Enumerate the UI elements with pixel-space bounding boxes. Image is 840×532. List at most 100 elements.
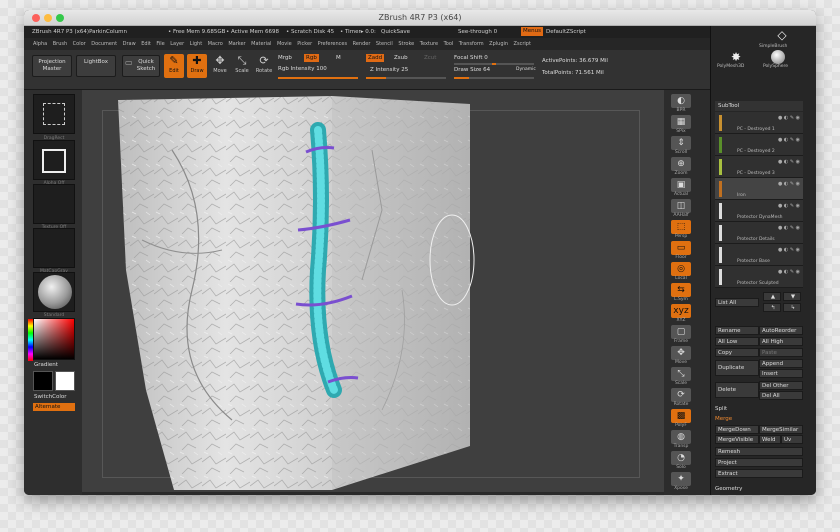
subtool-row[interactable]: ● ◐ ✎ ◉ Protector Sculpted — [715, 266, 803, 288]
subtool-row[interactable]: ● ◐ ✎ ◉ Protector Base — [715, 244, 803, 266]
default-zscript-button[interactable]: DefaultZScript — [546, 26, 586, 38]
shelf-bpr-button[interactable]: ◐ BPR — [671, 94, 691, 116]
zoom-button[interactable] — [56, 14, 64, 22]
quicksave-button[interactable]: QuickSave — [381, 26, 410, 38]
move-down-button[interactable]: ↳ — [783, 303, 801, 312]
edit-button[interactable]: ✎ Edit — [164, 54, 184, 78]
subtool-visibility-icon[interactable]: ● ◐ ✎ ◉ — [778, 225, 800, 231]
menu-movie[interactable]: Movie — [277, 41, 292, 47]
shelf-xyz-button[interactable]: xyz XYZ — [671, 304, 691, 326]
brush-selector[interactable] — [33, 272, 75, 312]
list-all-button[interactable]: List All — [715, 298, 759, 307]
shelf-aahalf-button[interactable]: ◫ AAHalf — [671, 199, 691, 221]
delete-button[interactable]: Delete — [715, 382, 759, 398]
shelf-polyf-button[interactable]: ▩ PolyF — [671, 409, 691, 431]
zcut-toggle[interactable]: Zcut — [422, 54, 438, 62]
insert-button[interactable]: Insert — [759, 369, 803, 378]
menu-edit[interactable]: Edit — [141, 41, 151, 47]
remesh-section[interactable]: Remesh — [715, 447, 803, 456]
menus-button[interactable]: Menus — [521, 27, 543, 36]
menu-texture[interactable]: Texture — [420, 41, 438, 47]
quick-sketch-button[interactable]: ▭ Quick Sketch — [122, 55, 160, 77]
zadd-toggle[interactable]: Zadd — [366, 54, 385, 62]
shelf-transp-button[interactable]: ◍ Transp — [671, 430, 691, 452]
shelf-scroll-button[interactable]: ⇕ Scroll — [671, 136, 691, 158]
all-low-button[interactable]: All Low — [715, 337, 759, 346]
shelf-move-button[interactable]: ✥ Move — [671, 346, 691, 368]
subtool-row[interactable]: ● ◐ ✎ ◉ PC - Destroyed 3 — [715, 156, 803, 178]
alternate-button[interactable]: Alternate — [33, 403, 75, 411]
subtool-row[interactable]: ● ◐ ✎ ◉ PC - Destroyed 1 — [715, 112, 803, 134]
main-color-swatch[interactable] — [33, 371, 53, 391]
all-high-button[interactable]: All High — [759, 337, 803, 346]
menu-zscript[interactable]: Zscript — [514, 41, 531, 47]
menu-draw[interactable]: Draw — [123, 41, 136, 47]
menu-alpha[interactable]: Alpha — [33, 41, 47, 47]
menu-material[interactable]: Material — [251, 41, 271, 47]
polymesh3d-thumb[interactable]: ✸ — [723, 50, 749, 64]
lightbox-button[interactable]: LightBox — [76, 55, 116, 77]
menu-color[interactable]: Color — [73, 41, 86, 47]
del-other-button[interactable]: Del Other — [759, 381, 803, 390]
close-button[interactable] — [32, 14, 40, 22]
subtool-visibility-icon[interactable]: ● ◐ ✎ ◉ — [778, 137, 800, 143]
shelf-spix-button[interactable]: ▦ SPix — [671, 115, 691, 137]
menu-stroke[interactable]: Stroke — [398, 41, 414, 47]
subtool-visibility-icon[interactable]: ● ◐ ✎ ◉ — [778, 269, 800, 275]
alpha-selector[interactable] — [33, 140, 75, 180]
subtool-visibility-icon[interactable]: ● ◐ ✎ ◉ — [778, 159, 800, 165]
arrow-up-button[interactable]: ▲ — [763, 292, 781, 301]
polysphere-thumb[interactable] — [771, 50, 785, 64]
subtool-visibility-icon[interactable]: ● ◐ ✎ ◉ — [778, 203, 800, 209]
extract-section[interactable]: Extract — [715, 469, 803, 478]
menu-stencil[interactable]: Stencil — [376, 41, 393, 47]
rename-button[interactable]: Rename — [715, 326, 759, 335]
document-canvas[interactable] — [82, 90, 664, 492]
shelf-local-button[interactable]: ◎ Local — [671, 262, 691, 284]
menu-render[interactable]: Render — [353, 41, 371, 47]
projection-master-button[interactable]: Projection Master — [32, 55, 72, 77]
draw-size-slider[interactable] — [454, 77, 534, 79]
merge-down-button[interactable]: MergeDown — [715, 425, 759, 434]
menu-preferences[interactable]: Preferences — [318, 41, 347, 47]
auto-reorder-button[interactable]: AutoReorder — [759, 326, 803, 335]
subtool-visibility-icon[interactable]: ● ◐ ✎ ◉ — [778, 181, 800, 187]
subtool-row[interactable]: ● ◐ ✎ ◉ Iron — [715, 178, 803, 200]
weld-toggle[interactable]: Weld — [759, 435, 781, 444]
secondary-color-swatch[interactable] — [55, 371, 75, 391]
shelf-floor-button[interactable]: ▭ Floor — [671, 241, 691, 263]
del-all-button[interactable]: Del All — [759, 391, 803, 400]
menu-macro[interactable]: Macro — [208, 41, 223, 47]
geometry-section[interactable]: Geometry — [715, 486, 742, 492]
move-button[interactable]: ✥ Move — [210, 54, 230, 78]
z-intensity-slider[interactable] — [366, 77, 446, 79]
draw-button[interactable]: ✚ Draw — [187, 54, 207, 78]
merge-visible-button[interactable]: MergeVisible — [715, 435, 759, 444]
mrgb-toggle[interactable]: Mrgb — [278, 55, 292, 61]
focal-shift-slider[interactable] — [454, 63, 534, 65]
shelf-solo-button[interactable]: ◔ Solo — [671, 451, 691, 473]
menu-zplugin[interactable]: Zplugin — [489, 41, 508, 47]
menu-layer[interactable]: Layer — [170, 41, 184, 47]
merge-section[interactable]: Merge — [715, 416, 732, 422]
append-button[interactable]: Append — [759, 359, 803, 368]
subtool-row[interactable]: ● ◐ ✎ ◉ Protector Details — [715, 222, 803, 244]
subtool-header[interactable]: SubTool — [715, 101, 803, 111]
stroke-selector[interactable] — [33, 94, 75, 134]
project-section[interactable]: Project — [715, 458, 803, 467]
split-section[interactable]: Split — [715, 406, 727, 412]
switch-color-button[interactable]: SwitchColor — [34, 394, 82, 400]
duplicate-button[interactable]: Duplicate — [715, 360, 759, 376]
menu-tool[interactable]: Tool — [444, 41, 454, 47]
move-up-button[interactable]: ↰ — [763, 303, 781, 312]
see-through-slider[interactable]: See-through 0 — [458, 26, 497, 38]
rgb-intensity-slider[interactable] — [278, 77, 358, 79]
m-toggle[interactable]: M — [336, 55, 341, 61]
shelf-actual-button[interactable]: ▣ Actual — [671, 178, 691, 200]
hue-strip[interactable] — [28, 319, 33, 361]
shelf-rotate-button[interactable]: ⟳ Rotate — [671, 388, 691, 410]
shelf-scale-button[interactable]: ⤡ Scale — [671, 367, 691, 389]
color-picker[interactable] — [28, 318, 75, 361]
shelf-frame-button[interactable]: ▢ Frame — [671, 325, 691, 347]
arrow-down-button[interactable]: ▼ — [783, 292, 801, 301]
